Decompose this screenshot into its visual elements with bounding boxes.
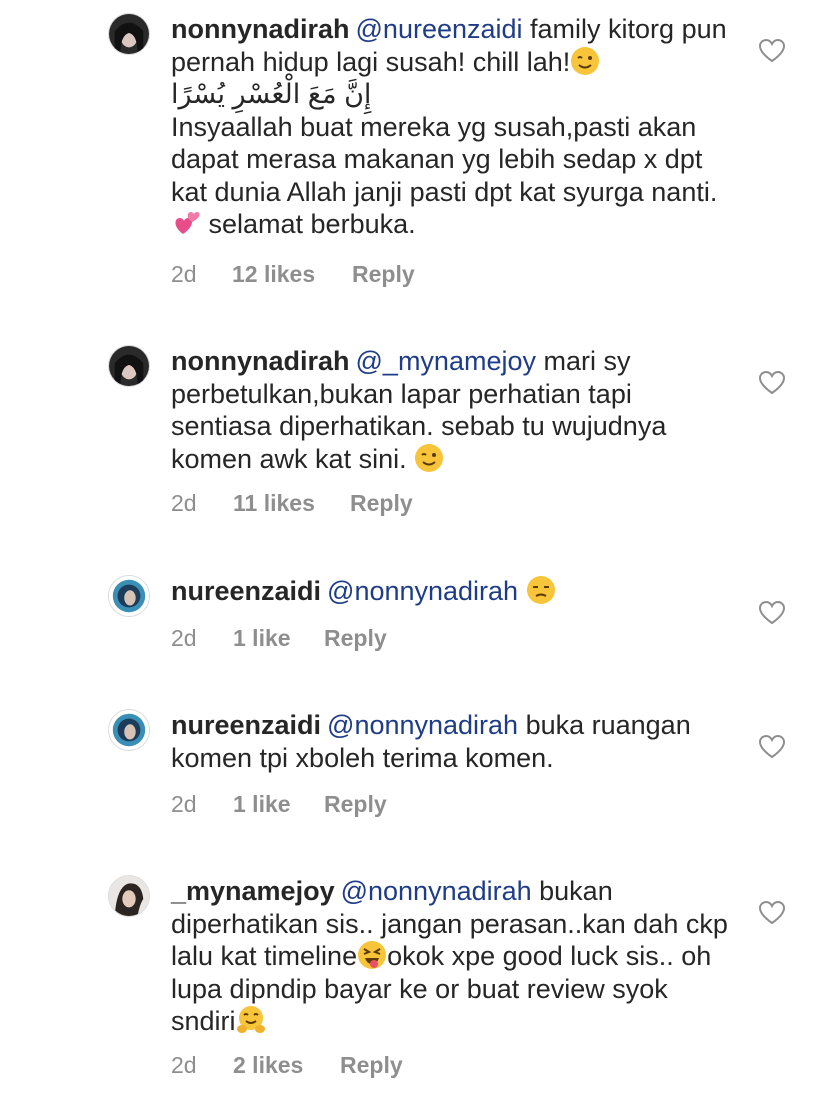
comment: nureenzaidi @nonnynadirah 2d 1 like Reply — [0, 575, 828, 655]
avatar[interactable] — [108, 575, 150, 617]
reply-button[interactable]: Reply — [324, 625, 387, 652]
comment: nonnynadirah @nureenzaidi family kitorg p… — [0, 13, 828, 303]
comment-text: selamat berbuka. — [201, 209, 416, 239]
likes-count[interactable]: 12 likes — [232, 261, 315, 288]
comment-body: nonnynadirah @nureenzaidi family kitorg p… — [171, 13, 731, 241]
mention-link[interactable]: @_mynamejoy — [356, 346, 536, 376]
comment: nureenzaidi @nonnynadirah buka ruangan ko… — [0, 709, 828, 819]
comment-body: nureenzaidi @nonnynadirah — [171, 575, 731, 608]
reply-button[interactable]: Reply — [350, 490, 413, 517]
like-heart-icon[interactable] — [759, 39, 785, 63]
tongue-wink-emoji-icon — [358, 941, 387, 969]
avatar-image — [109, 710, 149, 750]
wink-emoji-icon — [571, 46, 600, 75]
likes-count[interactable]: 2 likes — [233, 1052, 303, 1079]
comment-username[interactable]: nonnynadirah — [171, 346, 350, 376]
comment-body: nonnynadirah @_mynamejoy mari sy perbetul… — [171, 345, 731, 475]
comment-body: nureenzaidi @nonnynadirah buka ruangan ko… — [171, 709, 731, 774]
avatar-image — [109, 876, 149, 916]
comment: nonnynadirah @_mynamejoy mari sy perbetul… — [0, 345, 828, 525]
like-heart-icon[interactable] — [759, 371, 785, 395]
comment-body: _mynamejoy @nonnynadirah bukan diperhatik… — [171, 875, 731, 1038]
avatar[interactable] — [108, 875, 150, 917]
avatar-image — [109, 346, 149, 386]
mention-link[interactable]: @nureenzaidi — [356, 14, 523, 44]
wink-emoji-icon — [415, 443, 444, 472]
comment-text: Insyaallah buat mereka yg susah,pasti ak… — [171, 111, 718, 207]
avatar[interactable] — [108, 709, 150, 751]
comment: _mynamejoy @nonnynadirah bukan diperhatik… — [0, 875, 828, 1085]
avatar[interactable] — [108, 13, 150, 55]
comment-username[interactable]: nureenzaidi — [171, 710, 321, 740]
comment-time: 2d — [171, 1052, 197, 1078]
comment-username[interactable]: nonnynadirah — [171, 14, 350, 44]
reply-button[interactable]: Reply — [352, 261, 415, 288]
comment-username[interactable]: _mynamejoy — [171, 876, 335, 906]
mention-link[interactable]: @nonnynadirah — [341, 876, 532, 906]
unamused-emoji-icon — [526, 576, 555, 604]
reply-button[interactable]: Reply — [340, 1052, 403, 1079]
comment-time: 2d — [171, 490, 197, 516]
avatar-image — [109, 14, 149, 54]
like-heart-icon[interactable] — [759, 901, 785, 925]
like-heart-icon[interactable] — [759, 735, 785, 759]
reply-button[interactable]: Reply — [324, 791, 387, 818]
comment-time: 2d — [171, 261, 197, 287]
arabic-text: إِنَّ مَعَ الْعُسْرِ يُسْرًا — [171, 79, 372, 109]
avatar-image — [109, 576, 149, 616]
comment-time: 2d — [171, 625, 197, 651]
likes-count[interactable]: 1 like — [233, 625, 291, 652]
like-heart-icon[interactable] — [759, 601, 785, 625]
likes-count[interactable]: 11 likes — [233, 490, 315, 517]
avatar[interactable] — [108, 345, 150, 387]
mention-link[interactable]: @nonnynadirah — [327, 710, 518, 740]
likes-count[interactable]: 1 like — [233, 791, 291, 818]
mention-link[interactable]: @nonnynadirah — [327, 576, 518, 606]
comment-username[interactable]: nureenzaidi — [171, 576, 321, 606]
comment-time: 2d — [171, 791, 197, 817]
hugging-emoji-icon — [236, 1006, 265, 1033]
two-hearts-emoji-icon — [175, 212, 200, 234]
